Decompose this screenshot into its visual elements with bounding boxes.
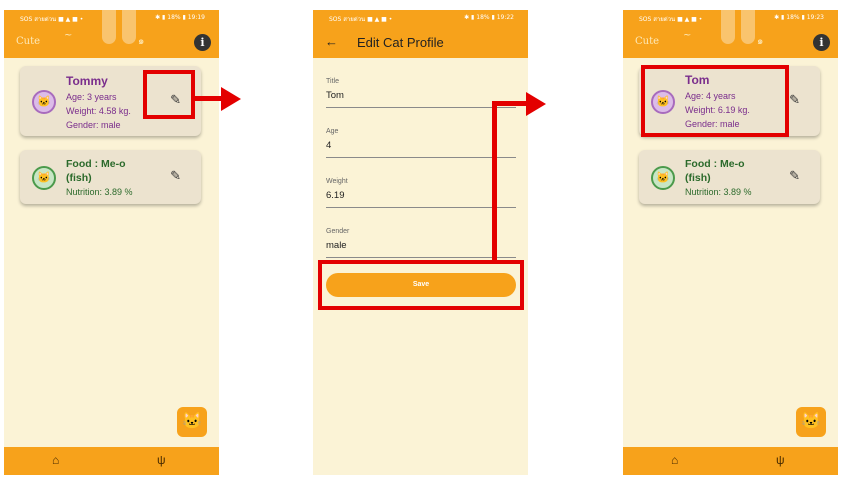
info-icon[interactable]: i [194,34,211,51]
edit-button-highlight [143,70,195,119]
arrow-head [221,87,241,111]
pencil-icon[interactable]: ✎ [789,168,800,184]
age-field-input[interactable]: 4 [326,140,331,151]
title-field-input[interactable]: Tom [326,90,344,101]
fork-knife-icon[interactable]: ψ [776,453,785,467]
info-icon[interactable]: i [813,34,830,51]
food-nutrition: Nutrition: 3.89 % [685,187,752,197]
add-cat-icon[interactable]: 🐱 [177,407,207,437]
cat-gender: Gender: male [66,120,121,130]
age-field-label: Age [326,128,339,135]
cat-age: Age: 3 years [66,92,117,102]
cat-face-icon: 🐱 [32,90,56,114]
cat-face-icon: 🐱 [32,166,56,190]
bottom-nav-bar: ⌂ ψ [623,447,838,475]
field-underline [326,207,516,208]
cat-face-icon: 🐱 [651,166,675,190]
back-arrow-icon[interactable]: ← [325,34,338,49]
arrow-shaft [492,101,497,264]
status-right: ✱ ▮ 18% ▮ 19:22 [464,14,514,21]
header-deco-text: ๑ [757,36,764,47]
save-button-highlight [318,260,524,310]
cat-name: Tommy [66,74,108,88]
add-cat-icon[interactable]: 🐱 [796,407,826,437]
home-icon[interactable]: ⌂ [52,453,59,467]
cat-weight: Weight: 4.58 kg. [66,106,131,116]
food-nutrition: Nutrition: 3.89 % [66,187,133,197]
header-deco-text: Cute [16,36,41,47]
gender-field-label: Gender [326,228,350,235]
home-icon[interactable]: ⌂ [671,453,678,467]
gender-field-input[interactable]: male [326,240,347,251]
food-variant: (fish) [685,172,711,184]
page-title: Edit Cat Profile [357,35,444,50]
field-underline [326,257,516,258]
header-deco-text: ๑ [138,36,145,47]
arrow-head [526,92,546,116]
food-variant: (fish) [66,172,92,184]
food-title: Food : Me-o [66,158,126,170]
status-right: ✱ ▮ 18% ▮ 19:23 [774,14,824,21]
food-card[interactable]: 🐱 Food : Me-o (fish) Nutrition: 3.89 % ✎ [639,150,820,204]
pencil-icon[interactable]: ✎ [170,168,181,184]
pencil-icon[interactable]: ✎ [789,92,800,108]
status-left: SOS สายด่วน ■ ▲ ■ • [20,16,84,23]
header-deco-text: ~ [683,30,692,41]
header-deco-text: Cute [635,36,660,47]
status-bar: SOS สายด่วน ■ ▲ ■ • ✱ ▮ 18% ▮ 19:23 [623,10,838,24]
status-right: ✱ ▮ 18% ▮ 19:19 [155,14,205,21]
status-left: SOS สายด่วน ■ ▲ ■ • [329,16,393,23]
title-field-label: Title [326,78,339,85]
weight-field-input[interactable]: 6.19 [326,190,345,201]
status-left: SOS สายด่วน ■ ▲ ■ • [639,16,703,23]
status-bar: SOS สายด่วน ■ ▲ ■ • ✱ ▮ 18% ▮ 19:19 [4,10,219,24]
arrow-shaft [492,101,526,106]
food-card[interactable]: 🐱 Food : Me-o (fish) Nutrition: 3.89 % ✎ [20,150,201,204]
arrow-shaft [195,96,221,101]
status-bar: SOS สายด่วน ■ ▲ ■ • ✱ ▮ 18% ▮ 19:22 [313,10,528,24]
fork-knife-icon[interactable]: ψ [157,453,166,467]
bottom-nav-bar: ⌂ ψ [4,447,219,475]
header-deco-text: ~ [64,30,73,41]
app-header: Cute ~ ๑ SOS สายด่วน ■ ▲ ■ • ✱ ▮ 18% ▮ 1… [623,10,838,58]
app-header: SOS สายด่วน ■ ▲ ■ • ✱ ▮ 18% ▮ 19:22 ← Ed… [313,10,528,58]
field-underline [326,107,516,108]
updated-card-highlight [641,65,789,137]
weight-field-label: Weight [326,178,348,185]
app-header: Cute ~ ๑ SOS สายด่วน ■ ▲ ■ • ✱ ▮ 18% ▮ 1… [4,10,219,58]
food-title: Food : Me-o [685,158,745,170]
field-underline [326,157,516,158]
